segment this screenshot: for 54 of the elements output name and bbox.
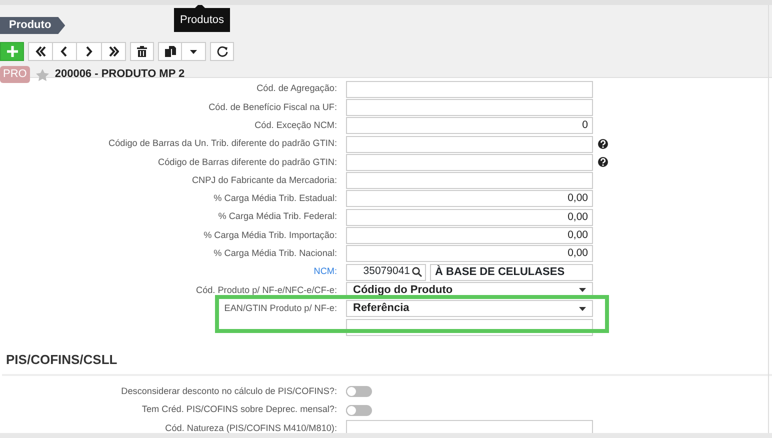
double-chevron-left-icon — [34, 46, 46, 57]
field-label: CNPJ do Fabricante da Mercadoria: — [190, 174, 337, 187]
field-label: Cód. de Benefício Fiscal na UF: — [208, 100, 337, 114]
copy-button[interactable] — [158, 42, 182, 61]
delete-button[interactable] — [130, 42, 154, 61]
select-field[interactable]: Referência — [346, 300, 593, 318]
refresh-icon — [216, 46, 228, 57]
star-icon[interactable] — [36, 68, 49, 80]
last-button[interactable] — [102, 42, 126, 61]
field-label: % Carga Média Trib. Estadual: — [212, 192, 337, 206]
next-button[interactable] — [77, 42, 102, 61]
field-label: Cód. Natureza (PIS/COFINS M410/M810): — [164, 422, 337, 435]
field-label: % Carga Média Trib. Federal: — [217, 210, 337, 224]
field-label: % Carga Média Trib. Importação: — [202, 228, 337, 242]
field-label: Código de Barras diferente do padrão GTIN: — [157, 156, 337, 169]
caret-icon — [579, 306, 586, 311]
search-icon[interactable] — [412, 267, 422, 278]
field-label: Cód. Exceção NCM: — [254, 118, 337, 132]
input-field[interactable] — [346, 98, 593, 116]
input-field[interactable]: 0,00 — [346, 227, 593, 244]
field-label: Cód. de Agregação: — [256, 82, 337, 96]
refresh-button[interactable] — [210, 42, 234, 61]
field-link[interactable]: NCM: — [0, 265, 337, 279]
description-field: À BASE DE CELULASES — [430, 264, 593, 281]
input-field[interactable] — [346, 136, 593, 153]
section-title: PIS/COFINS/CSLL — [6, 351, 118, 370]
input-field[interactable] — [346, 154, 593, 171]
status-label: PRO — [0, 66, 30, 83]
dropdown-button[interactable] — [182, 42, 206, 61]
plus-icon — [6, 46, 18, 57]
field-label: Tem Créd. PIS/COFINS sobre Deprec. mensal?: — [140, 403, 337, 416]
input-field[interactable] — [346, 80, 593, 98]
field-label: Cód. Produto p/ NF-e/NFC-e/CF-e: — [195, 284, 337, 297]
field-label: Desconsiderar desconto no cálculo de PIS/COFINS?: — [120, 384, 337, 398]
input-field[interactable]: 0 — [346, 117, 593, 134]
first-button[interactable] — [28, 42, 52, 61]
double-chevron-right-icon — [108, 46, 119, 57]
toggle-switch[interactable] — [346, 404, 372, 416]
record-title: 200006 - PRODUTO MP 2 — [54, 67, 185, 82]
code-field[interactable]: 35079041 — [346, 264, 426, 281]
trash-icon — [137, 46, 147, 57]
input-field[interactable]: 0,00 — [346, 190, 593, 208]
breadcrumb-tag[interactable]: Produto — [0, 17, 66, 34]
copy-icon — [164, 46, 176, 57]
field-label: EAN/GTIN Produto p/ NF-e: — [223, 302, 337, 315]
field-label: Código de Barras da Un. Trib. diferente do padrão GTIN: — [108, 137, 337, 150]
input-field[interactable] — [346, 172, 593, 190]
caret-icon — [190, 50, 197, 54]
input-field[interactable]: 0,00 — [346, 208, 593, 226]
toggle-switch[interactable] — [346, 386, 372, 398]
caret-icon — [579, 288, 586, 292]
previous-button[interactable] — [52, 42, 77, 61]
field-label: % Carga Média Trib. Nacional: — [212, 247, 337, 260]
input-field[interactable]: 0,00 — [346, 245, 593, 262]
